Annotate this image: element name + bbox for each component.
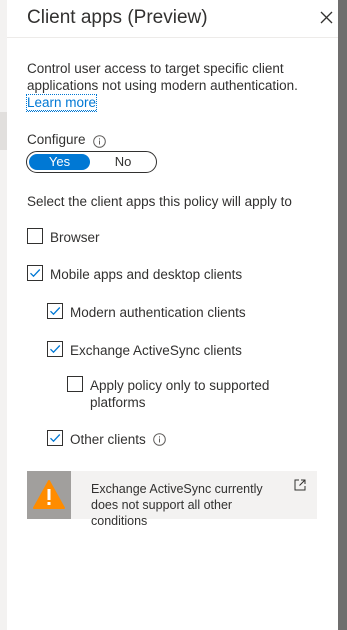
header-divider [7,37,338,38]
supported-platforms-label: Apply policy only to supported platforms [90,378,270,410]
background-blade-strip [0,0,7,630]
exchange-activesync-checkbox[interactable] [47,341,63,357]
supported-platforms-checkbox[interactable] [67,376,83,392]
client-apps-panel: Client apps (Preview) Control user acces… [7,0,338,630]
panel-description: Control user access to target specific c… [25,60,317,112]
close-icon [320,11,333,24]
checkmark-icon [50,307,61,316]
other-clients-checkbox[interactable] [47,430,63,446]
browser-checkbox[interactable] [27,228,43,244]
checkmark-icon [50,345,61,354]
modern-auth-clients-checkbox[interactable] [47,303,63,319]
warning-message: Exchange ActiveSync currently does not s… [91,482,263,528]
toggle-option-no[interactable]: No [92,154,154,170]
info-icon[interactable] [153,433,166,446]
toggle-option-yes[interactable]: Yes [29,154,90,170]
checkmark-icon [30,269,41,278]
other-clients-label: Other clients [70,432,146,447]
warning-icon [33,480,65,509]
modern-auth-clients-label: Modern authentication clients [70,305,246,320]
description-text: Control user access to target specific c… [27,61,298,93]
close-button[interactable] [317,8,337,28]
mobile-desktop-clients-checkbox[interactable] [27,265,43,281]
warning-banner: Exchange ActiveSync currently does not s… [27,471,317,528]
checkmark-icon [50,434,61,443]
info-icon[interactable] [93,135,106,148]
browser-label: Browser [50,230,100,245]
external-link-icon[interactable] [293,478,307,492]
mobile-desktop-clients-label: Mobile apps and desktop clients [50,267,243,282]
configure-toggle[interactable]: Yes No [26,151,157,173]
warning-icon-box [27,471,71,519]
exchange-activesync-label: Exchange ActiveSync clients [70,343,242,358]
background-blade-marker [0,112,7,150]
panel-right-border [338,0,347,630]
configure-label: Configure [27,132,86,147]
learn-more-link[interactable]: Learn more [25,94,98,112]
panel-title: Client apps (Preview) [27,7,208,28]
select-client-apps-label: Select the client apps this policy will … [27,194,292,209]
